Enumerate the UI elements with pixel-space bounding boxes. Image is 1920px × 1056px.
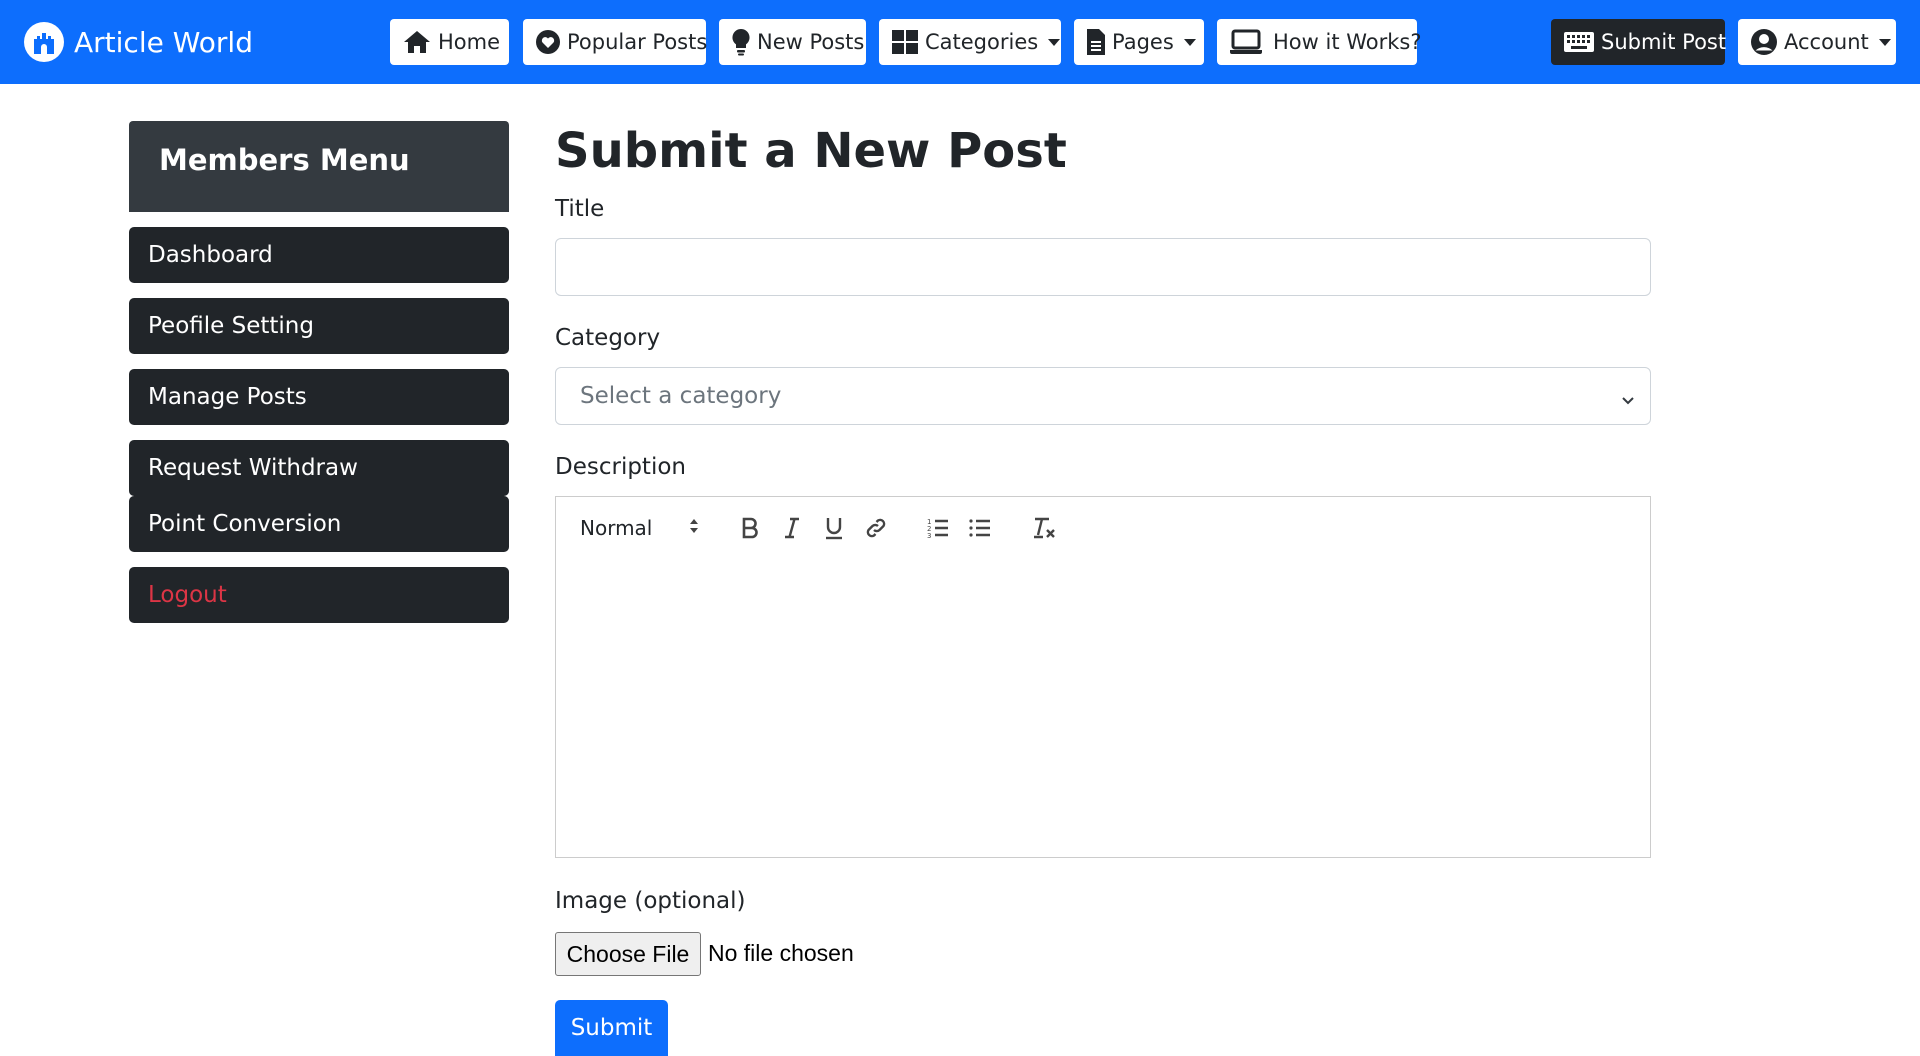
clear-format-icon[interactable] — [1030, 516, 1058, 540]
home-icon — [402, 29, 432, 55]
members-menu-title: Members Menu — [159, 143, 410, 177]
user-circle-icon — [1750, 28, 1778, 56]
nav-pages-label: Pages — [1112, 30, 1174, 54]
nav-pages-dropdown[interactable]: Pages — [1074, 19, 1204, 65]
ordered-list-icon[interactable]: 123 — [924, 516, 952, 540]
link-icon[interactable] — [862, 516, 890, 540]
bullet-list-icon[interactable] — [966, 516, 994, 540]
nav-categories-label: Categories — [925, 30, 1039, 54]
sidebar-item-label: Logout — [148, 582, 227, 608]
lightbulb-icon — [731, 28, 751, 56]
nav-home-label: Home — [438, 30, 501, 54]
sidebar-item-label: Request Withdraw — [148, 455, 358, 481]
nav-new-posts-label: New Posts — [757, 30, 865, 54]
up-down-icon — [688, 516, 700, 540]
members-menu-header: Members Menu — [129, 121, 509, 212]
category-label: Category — [555, 325, 661, 351]
nav-popular-posts-label: Popular Posts — [567, 30, 708, 54]
sidebar-item-profile-setting[interactable]: Peofile Setting — [129, 298, 509, 354]
top-navbar: Article World Home Popular Posts New Pos… — [0, 0, 1920, 84]
page-title: Submit a New Post — [555, 123, 1067, 179]
sidebar-item-logout[interactable]: Logout — [129, 567, 509, 623]
category-select[interactable]: Select a category — [555, 367, 1651, 425]
brand[interactable]: Article World — [24, 20, 253, 64]
nav-how-it-works-button[interactable]: How it Works? — [1217, 19, 1422, 65]
italic-icon[interactable] — [778, 517, 806, 539]
description-label: Description — [555, 454, 686, 480]
title-input[interactable] — [555, 238, 1651, 296]
submit-post-button[interactable]: Submit Post — [1551, 19, 1727, 65]
sidebar-item-dashboard[interactable]: Dashboard — [129, 227, 509, 283]
description-editor[interactable] — [555, 558, 1651, 858]
svg-text:3: 3 — [927, 532, 931, 540]
underline-icon[interactable] — [820, 516, 848, 540]
brand-name: Article World — [74, 25, 253, 59]
chevron-down-icon — [1183, 38, 1196, 46]
format-select-value: Normal — [580, 515, 653, 540]
sidebar-item-manage-posts[interactable]: Manage Posts — [129, 369, 509, 425]
submit-button[interactable]: Submit — [555, 1000, 668, 1056]
sidebar-item-label: Dashboard — [148, 242, 273, 268]
editor-toolbar: Normal 123 — [555, 496, 1651, 559]
file-status: No file chosen — [708, 940, 854, 966]
choose-file-button[interactable]: Choose File — [555, 932, 701, 976]
bold-icon[interactable] — [736, 517, 764, 539]
account-dropdown[interactable]: Account — [1738, 19, 1896, 65]
nav-popular-posts-button[interactable]: Popular Posts — [523, 19, 708, 65]
account-label: Account — [1784, 30, 1869, 54]
nav-home-button[interactable]: Home — [390, 19, 509, 65]
chevron-down-icon — [1048, 38, 1061, 46]
title-label: Title — [555, 196, 605, 222]
nav-categories-dropdown[interactable]: Categories — [879, 19, 1061, 65]
sidebar-item-label: Peofile Setting — [148, 313, 314, 339]
castle-logo-icon — [24, 22, 64, 62]
nav-new-posts-button[interactable]: New Posts — [719, 19, 866, 65]
chevron-down-icon — [1878, 38, 1891, 46]
keyboard-icon — [1563, 31, 1595, 53]
laptop-icon — [1229, 29, 1263, 55]
submit-post-label: Submit Post — [1601, 30, 1727, 54]
heart-icon — [535, 29, 561, 55]
grid-icon — [891, 29, 919, 55]
image-label: Image (optional) — [555, 888, 746, 914]
format-select[interactable]: Normal — [580, 516, 710, 540]
sidebar-item-point-conversion[interactable]: Point Conversion — [129, 496, 509, 552]
chevron-down-icon — [1620, 388, 1636, 414]
document-icon — [1086, 28, 1106, 56]
sidebar-item-label: Manage Posts — [148, 384, 307, 410]
category-select-value: Select a category — [580, 383, 782, 409]
sidebar-item-label: Point Conversion — [148, 511, 342, 537]
nav-how-it-works-label: How it Works? — [1273, 30, 1422, 54]
sidebar-item-request-withdraw[interactable]: Request Withdraw — [129, 440, 509, 496]
